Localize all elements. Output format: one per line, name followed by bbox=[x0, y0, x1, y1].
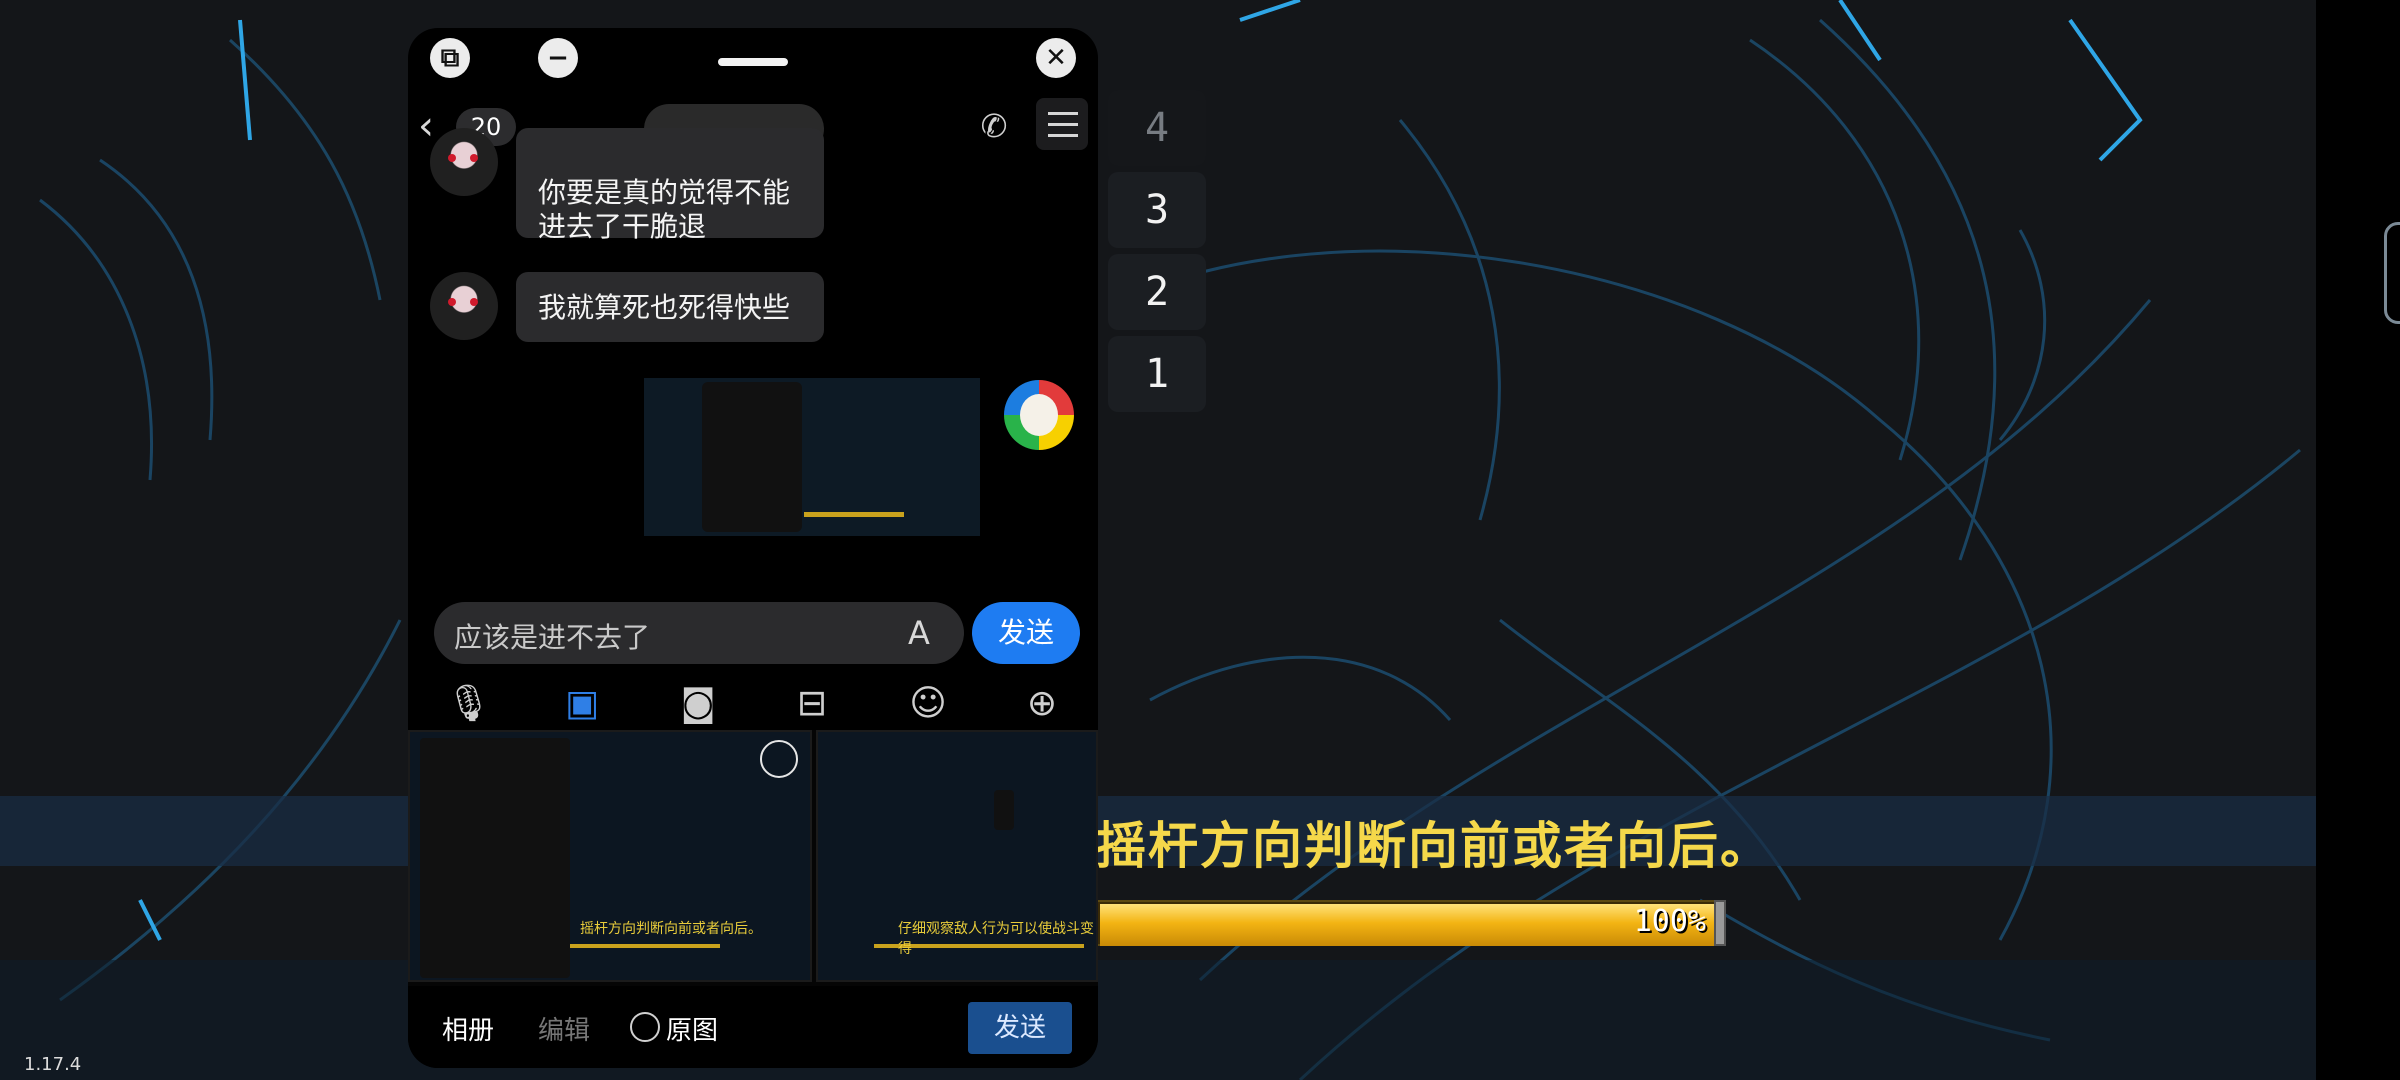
level-slot-1: 1 bbox=[1108, 336, 1206, 412]
gallery-send-button[interactable]: 发送 bbox=[968, 1002, 1072, 1054]
contact-avatar[interactable] bbox=[430, 272, 498, 340]
select-circle[interactable] bbox=[760, 740, 798, 778]
thumb-subtitle: 摇杆方向判断向前或者向后。 bbox=[580, 921, 762, 937]
message-bubble[interactable]: 我就算死也死得快些 bbox=[516, 272, 824, 342]
level-slot-2: 2 bbox=[1108, 254, 1206, 330]
message-input-text[interactable]: 应该是进不去了 bbox=[454, 616, 650, 656]
gift-icon[interactable]: ⊟ bbox=[790, 682, 834, 726]
loading-progress-bar: 100% bbox=[1096, 900, 1726, 946]
input-toolbar: 🎙 ▣ ◙ ⊟ ☺ ⊕ bbox=[408, 672, 1098, 732]
edge-handle-icon[interactable] bbox=[2384, 222, 2400, 324]
mini-phone bbox=[420, 738, 570, 978]
album-button[interactable]: 相册 bbox=[442, 1010, 494, 1047]
message-bubble[interactable]: 你要是真的觉得不能进去了干脆退 bbox=[516, 128, 824, 243]
screenshot-progress-bar bbox=[804, 512, 904, 517]
drag-handle[interactable] bbox=[718, 58, 788, 66]
image-icon[interactable]: ▣ bbox=[560, 682, 604, 726]
progress-track bbox=[1096, 900, 1718, 946]
gallery-thumbnail-2[interactable]: 仔细观察敌人行为可以使战斗变得 bbox=[816, 730, 1098, 982]
camera-icon[interactable]: ◙ bbox=[676, 682, 720, 726]
plus-icon[interactable]: ⊕ bbox=[1020, 682, 1064, 726]
mic-icon[interactable]: 🎙 bbox=[446, 682, 492, 726]
minimize-icon[interactable]: − bbox=[538, 38, 578, 78]
emoji-icon[interactable]: ☺ bbox=[906, 682, 950, 726]
gallery-bottom-bar: 相册 编辑 原图 发送 bbox=[408, 988, 1098, 1068]
menu-icon[interactable] bbox=[1036, 98, 1088, 150]
restore-icon[interactable]: ⧉ bbox=[430, 38, 470, 78]
level-slot-4: 4 bbox=[1108, 90, 1206, 166]
version-label: 1.17.4 bbox=[24, 1054, 82, 1075]
tutorial-subtitle: 摇杆方向判断向前或者向后。 bbox=[1096, 817, 1772, 875]
right-black-bar bbox=[2316, 0, 2400, 1080]
progress-label: 100% bbox=[1633, 904, 1706, 939]
edit-button[interactable]: 编辑 bbox=[538, 1010, 590, 1047]
send-button[interactable]: 发送 bbox=[972, 602, 1080, 664]
ai-writing-icon[interactable]: A bbox=[908, 614, 930, 652]
contact-avatar[interactable] bbox=[430, 128, 498, 196]
progress-fill bbox=[1100, 904, 1714, 946]
gallery-thumbnail-1[interactable]: 摇杆方向判断向前或者向后。 bbox=[408, 730, 812, 982]
mini-progress bbox=[570, 944, 720, 948]
level-slot-3: 3 bbox=[1108, 172, 1206, 248]
image-message[interactable] bbox=[644, 378, 980, 536]
message-input[interactable]: 应该是进不去了 A bbox=[434, 602, 964, 664]
progress-cap bbox=[1714, 900, 1726, 946]
photo-gallery: 摇杆方向判断向前或者向后。 仔细观察敌人行为可以使战斗变得 bbox=[408, 730, 1098, 986]
original-label[interactable]: 原图 bbox=[666, 1010, 718, 1047]
self-avatar[interactable] bbox=[1004, 380, 1074, 450]
close-icon[interactable]: ✕ bbox=[1036, 38, 1076, 78]
screenshot-thumbnail bbox=[702, 382, 802, 532]
original-radio[interactable] bbox=[630, 1012, 660, 1042]
chat-overlay-window: ⧉ − ✕ ‹ 20 ✆ 你要是真的觉得不能进去了干脆退 我就算死也死得快些 应… bbox=[408, 28, 1098, 1068]
phone-icon[interactable]: ✆ bbox=[974, 106, 1014, 146]
mini-level-slots bbox=[994, 790, 1014, 830]
thumb-subtitle: 仔细观察敌人行为可以使战斗变得 bbox=[898, 921, 1094, 957]
